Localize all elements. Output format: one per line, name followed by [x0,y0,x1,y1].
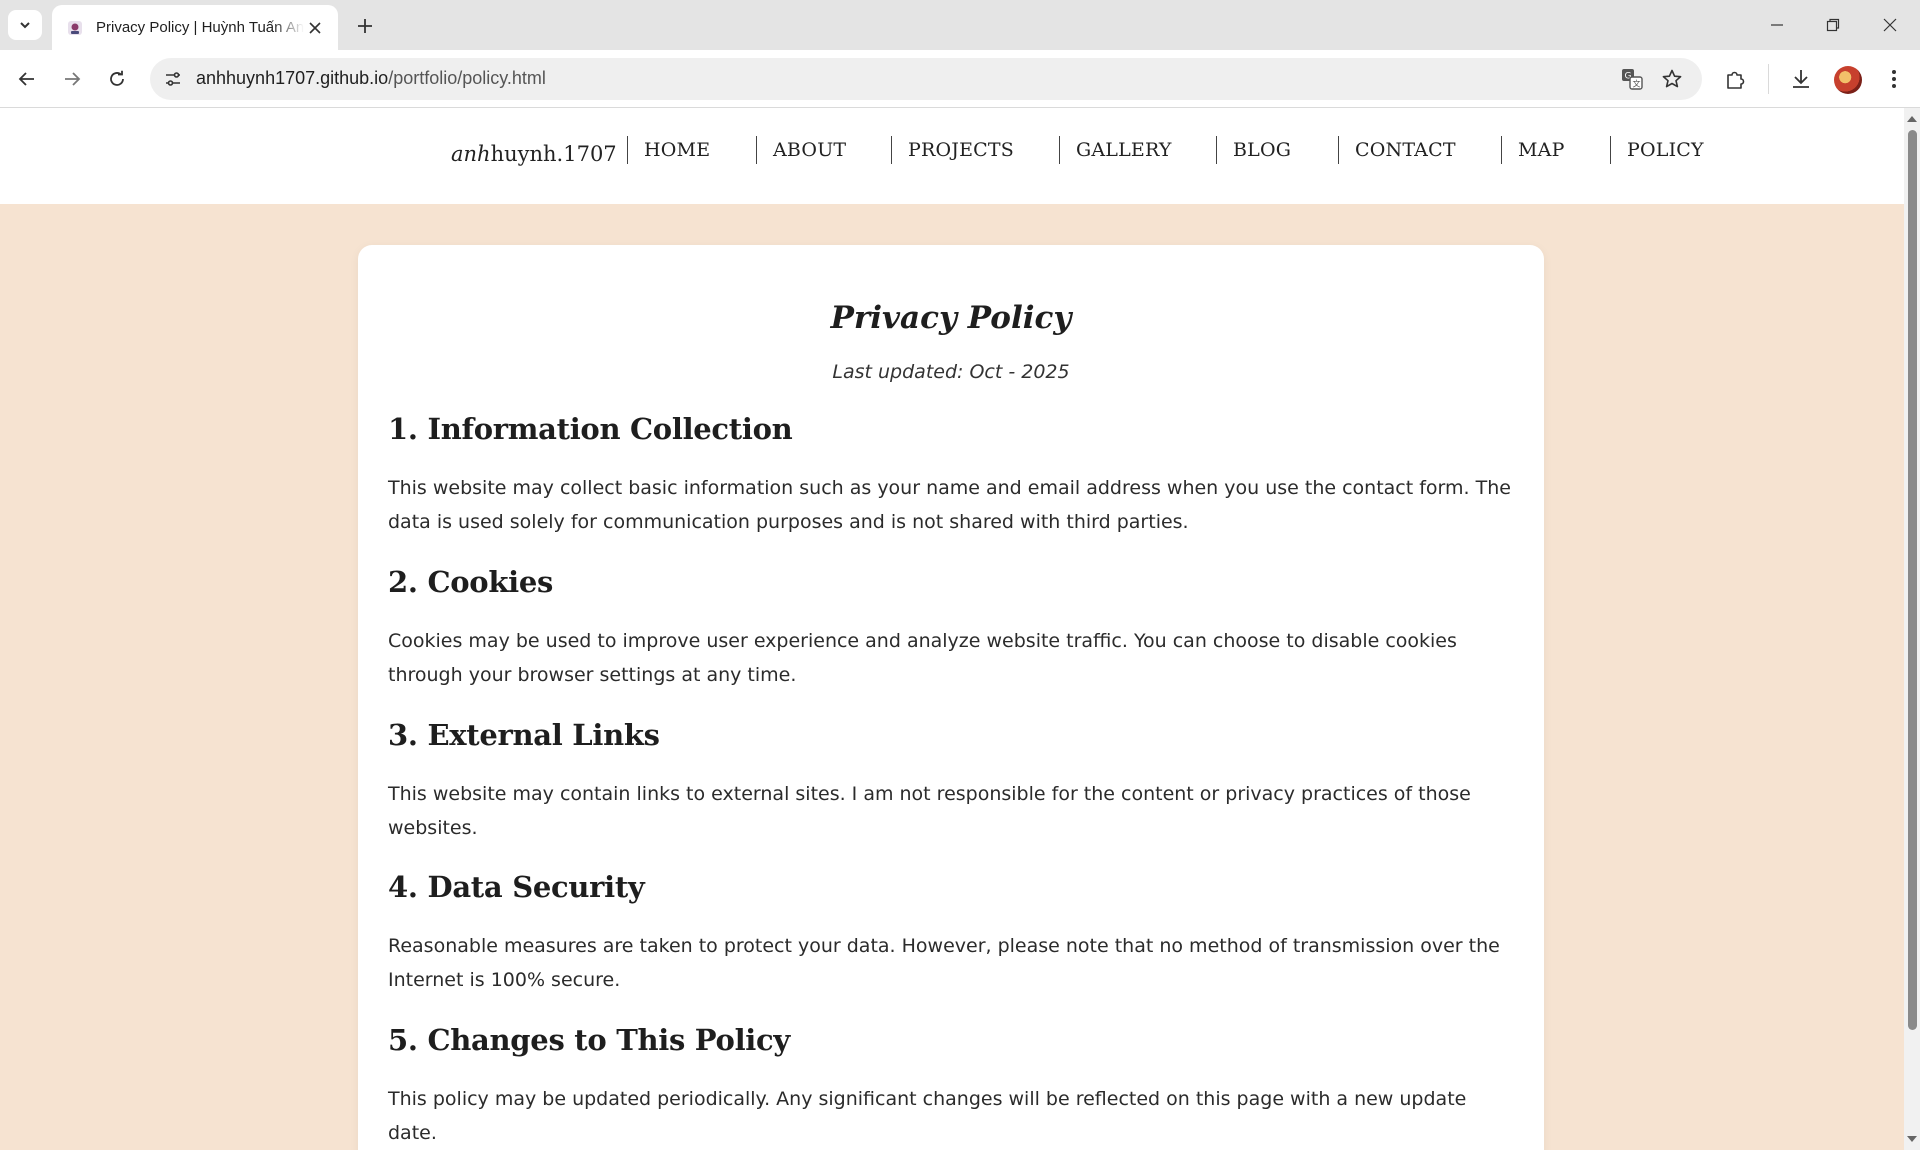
bookmark-button[interactable] [1658,66,1686,92]
reload-button[interactable] [100,62,134,96]
section-body: Cookies may be used to improve user expe… [388,630,1457,686]
back-button[interactable] [10,62,44,96]
section-heading: 5. Changes to This Policy [388,1023,790,1057]
browser-menu-button[interactable] [1879,64,1909,94]
section-body: Reasonable measures are taken to protect… [388,935,1500,991]
section-heading: 1. Information Collection [388,412,793,446]
url-host: anhhuynh1707.github.io [196,68,389,88]
profile-avatar[interactable] [1834,66,1862,94]
kebab-menu-icon [1892,70,1896,88]
nav-policy[interactable]: POLICY [1610,136,1704,164]
nav-gallery[interactable]: GALLERY [1059,136,1172,164]
extensions-button[interactable] [1721,64,1751,94]
close-tab-button[interactable] [304,17,326,39]
nav-projects[interactable]: PROJECTS [891,136,1014,164]
chevron-down-icon [20,22,30,29]
tab-title: Privacy Policy | Huỳnh Tuấn Anh [96,19,304,36]
tune-icon [166,72,180,86]
svg-text:文: 文 [1633,79,1641,89]
downloads-button[interactable] [1786,64,1816,94]
close-icon [309,21,321,34]
new-tab-button[interactable] [350,13,380,39]
section-heading: 4. Data Security [388,870,645,904]
nav-about[interactable]: ABOUT [756,136,846,164]
reload-icon [110,70,124,86]
nav-blog[interactable]: BLOG [1216,136,1291,164]
page-viewport: anhhuynh.1707 HOME ABOUT PROJECTS GALLER… [0,108,1904,1150]
section-body: This policy may be updated periodically.… [388,1088,1467,1144]
restore-button[interactable] [1813,10,1853,40]
minimize-button[interactable] [1757,10,1797,40]
close-icon [1883,18,1897,32]
tab-list-button[interactable] [8,10,42,40]
scroll-up-icon[interactable] [1907,114,1917,124]
section-body: This website may collect basic informati… [388,477,1511,533]
site-logo-link[interactable]: anhhuynh.1707 [451,142,617,166]
download-icon [1793,70,1809,88]
policy-card: Privacy Policy Last updated: Oct - 2025 … [358,245,1544,1150]
site-header: anhhuynh.1707 HOME ABOUT PROJECTS GALLER… [0,108,1904,204]
brand-italic: anh [451,142,491,166]
tab-strip: Privacy Policy | Huỳnh Tuấn Anh [0,0,1920,50]
browser-tab[interactable]: Privacy Policy | Huỳnh Tuấn Anh [52,5,338,50]
last-updated: Last updated: Oct - 2025 [832,361,1070,383]
nav-contact[interactable]: CONTACT [1338,136,1456,164]
arrow-right-icon [65,72,81,86]
section-body: This website may contain links to extern… [388,783,1471,839]
site-info-button[interactable] [160,66,186,92]
section-heading: 2. Cookies [388,565,554,599]
scrollbar-thumb[interactable] [1908,130,1917,1030]
url-text: anhhuynh1707.github.io/portfolio/policy.… [196,68,546,89]
restore-icon [1826,18,1840,32]
translate-icon: G文 [1622,69,1643,90]
nav-map[interactable]: MAP [1501,136,1565,164]
arrow-left-icon [18,72,34,86]
minimize-icon [1771,24,1783,26]
plus-icon [358,19,372,33]
page-scrollbar[interactable] [1904,108,1920,1150]
toolbar-divider [1768,64,1769,94]
brand-rest: huynh.1707 [490,142,617,166]
puzzle-icon [1727,71,1745,89]
nav-home[interactable]: HOME [627,136,710,164]
scroll-down-icon[interactable] [1907,1134,1917,1144]
close-window-button[interactable] [1870,10,1910,40]
page-title: Privacy Policy [830,300,1072,336]
star-icon [1662,69,1682,88]
forward-button[interactable] [55,62,89,96]
url-path: /portfolio/policy.html [388,68,546,88]
translate-button[interactable]: G文 [1618,66,1646,92]
address-bar[interactable]: anhhuynh1707.github.io/portfolio/policy.… [150,58,1702,100]
browser-toolbar: anhhuynh1707.github.io/portfolio/policy.… [0,50,1920,108]
site-favicon-icon [66,19,84,37]
section-heading: 3. External Links [388,718,660,752]
